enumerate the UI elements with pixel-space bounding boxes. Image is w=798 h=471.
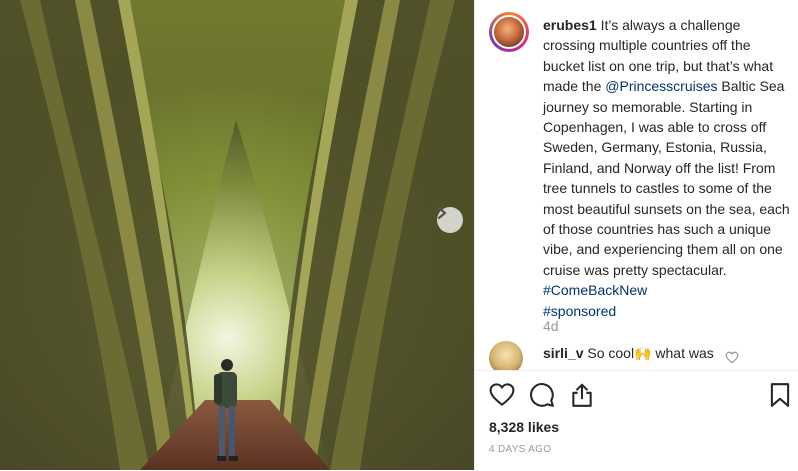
tree-tunnel-illustration xyxy=(0,0,474,470)
avatar[interactable] xyxy=(492,15,526,49)
action-bar: 8,328 likes 4 DAYS AGO xyxy=(475,370,798,471)
post-date[interactable]: 4 DAYS AGO xyxy=(489,444,551,455)
story-ring[interactable] xyxy=(489,12,529,52)
small-heart-icon[interactable] xyxy=(725,351,739,364)
comment-bubble-icon[interactable] xyxy=(529,382,555,408)
caption-time-ago[interactable]: 4d xyxy=(543,318,559,334)
likes-count[interactable]: 8,328 likes xyxy=(489,419,559,435)
chevron-right-icon xyxy=(437,207,447,219)
hashtag-link[interactable]: #ComeBackNew xyxy=(543,282,647,298)
comment-text: sirli_v So cool🙌 what was xyxy=(543,345,714,362)
comment-username[interactable]: sirli_v xyxy=(543,345,583,361)
next-photo-button[interactable] xyxy=(437,207,463,233)
share-icon[interactable] xyxy=(569,382,595,408)
bookmark-icon[interactable] xyxy=(767,382,793,408)
hashtag-link[interactable]: #sponsored xyxy=(543,303,616,319)
post-sidebar: erubes1 It’s always a challenge crossing… xyxy=(474,0,798,471)
heart-icon[interactable] xyxy=(489,382,515,408)
post-photo[interactable] xyxy=(0,0,474,470)
instagram-post: erubes1 It’s always a challenge crossing… xyxy=(0,0,798,471)
caption-text: erubes1 It’s always a challenge crossing… xyxy=(543,15,793,321)
comment-body: So cool🙌 what was xyxy=(583,345,714,361)
mention-link[interactable]: @Princesscruises xyxy=(605,78,717,94)
comment-item: sirli_v So cool🙌 what was xyxy=(489,341,789,375)
caption-username[interactable]: erubes1 xyxy=(543,17,597,33)
caption-body-2: Baltic Sea journey so memorable. Startin… xyxy=(543,78,790,278)
